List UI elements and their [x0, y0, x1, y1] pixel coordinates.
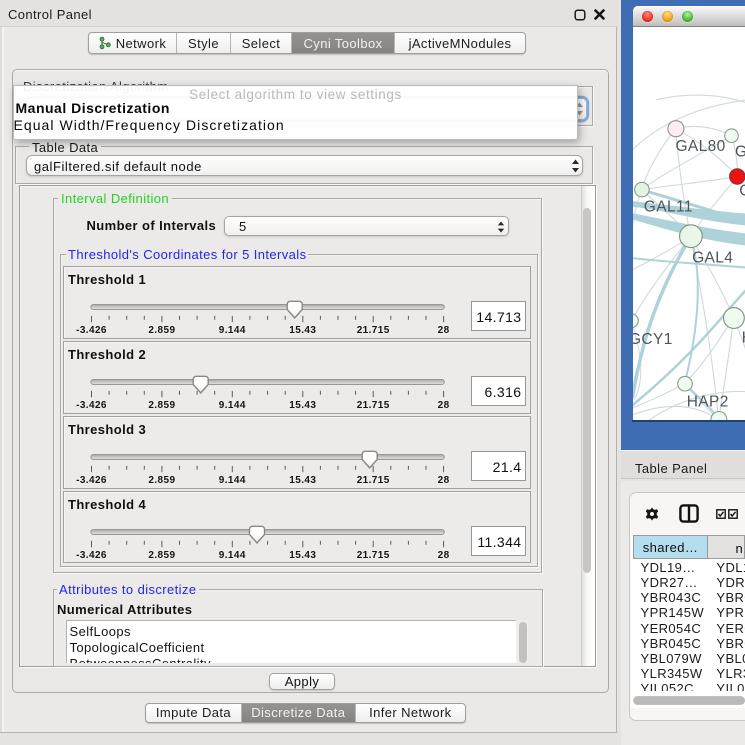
svg-text:15.43: 15.43 — [289, 476, 316, 487]
svg-text:HAP2: HAP2 — [686, 394, 728, 411]
svg-text:-3.426: -3.426 — [76, 401, 107, 412]
svg-text:9.144: 9.144 — [218, 476, 245, 487]
svg-text:GA: GA — [734, 144, 745, 161]
svg-text:28: 28 — [437, 326, 449, 337]
svg-text:-3.426: -3.426 — [76, 476, 107, 487]
svg-text:15.43: 15.43 — [289, 401, 316, 412]
svg-text:21.715: 21.715 — [356, 326, 389, 337]
svg-text:9.144: 9.144 — [218, 551, 245, 562]
svg-text:28: 28 — [437, 476, 449, 487]
svg-text:21.715: 21.715 — [356, 551, 389, 562]
svg-text:9.144: 9.144 — [218, 401, 245, 412]
svg-text:-3.426: -3.426 — [76, 326, 107, 337]
svg-text:2.859: 2.859 — [148, 401, 175, 412]
svg-text:H: H — [741, 330, 745, 347]
svg-text:28: 28 — [437, 551, 449, 562]
svg-text:15.43: 15.43 — [289, 326, 316, 337]
svg-text:15.43: 15.43 — [289, 551, 316, 562]
svg-text:GAL4: GAL4 — [692, 250, 733, 267]
svg-text:21.715: 21.715 — [356, 401, 389, 412]
svg-text:GAL11: GAL11 — [643, 199, 692, 216]
svg-text:2.859: 2.859 — [148, 326, 175, 337]
svg-text:C: C — [739, 183, 745, 200]
svg-text:9.144: 9.144 — [218, 326, 245, 337]
svg-text:2.859: 2.859 — [148, 551, 175, 562]
svg-text:28: 28 — [437, 401, 449, 412]
svg-text:21.715: 21.715 — [356, 476, 389, 487]
svg-text:GCY1: GCY1 — [633, 331, 673, 348]
svg-text:GAL80: GAL80 — [675, 138, 725, 155]
svg-text:-3.426: -3.426 — [76, 551, 107, 562]
svg-text:2.859: 2.859 — [148, 476, 175, 487]
